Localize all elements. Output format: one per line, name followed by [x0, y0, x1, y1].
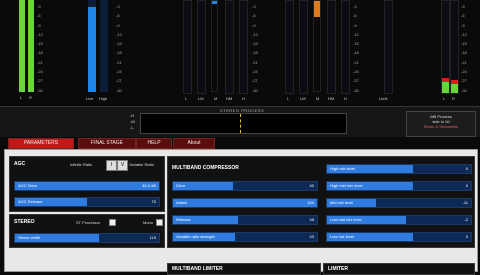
agc-drive-value: 40.0 dB: [142, 183, 156, 188]
meter-area: L R -3 -6 -9 -12 -15 -18 -21 -24 -27 -30 Live…: [0, 0, 480, 106]
mb-limiter-section: MULTIBAND LIMITER: [167, 263, 321, 275]
mbc-drive-label: Drive: [176, 183, 186, 188]
mbc-drive-value: 42: [309, 183, 314, 188]
high-label: High: [99, 96, 108, 101]
mbc-attack-slider[interactable]: Attack 100: [172, 198, 318, 208]
mono-checkbox[interactable]: [156, 219, 163, 226]
st-processor-label: ST Processor: [76, 220, 101, 225]
agc-title: AGC: [14, 161, 26, 167]
stereo-process-marker: [240, 114, 242, 133]
agc-meter-r: [28, 0, 34, 92]
high-mid-mix-slider[interactable]: High mid mix level 0: [326, 181, 472, 191]
infinite-ratio-label: Infinite Ratio: [70, 162, 93, 167]
stereo-title: STEREO: [14, 219, 35, 225]
mbc-title: MULTIBAND COMPRESSOR: [172, 165, 239, 171]
mbc-attack-value: 100: [307, 200, 314, 205]
mbc-release-label: Release: [176, 217, 191, 222]
mono-label: Mono: [143, 220, 154, 225]
tab-bar: PARAMETERS FINAL STAGE HELP About: [0, 137, 480, 149]
mb-limiter-title: MULTIBAND LIMITER: [172, 266, 223, 272]
output-scale: -3 -6 -9 -12 -15 -18 -21 -24 -27 -30: [461, 4, 467, 93]
low-mid-mix-label: Low mid mix level: [330, 217, 362, 222]
high-mid-mix-value: 0: [465, 183, 468, 188]
stereo-process-display: [140, 113, 347, 134]
output-meter-r: [450, 0, 459, 94]
agc-release-value: 70: [151, 199, 156, 204]
low-mix-value: 0: [465, 234, 468, 239]
stereo-width-slider[interactable]: Stereo width 115: [14, 233, 160, 243]
low-mid-mix-value: -2: [464, 217, 468, 222]
mbc-drive-slider[interactable]: Drive 42: [172, 181, 318, 191]
limiter-meter: [384, 0, 393, 94]
agc-release-label: AGC Release: [18, 199, 43, 204]
limiter-section: LIMITER: [323, 263, 475, 275]
multiband-scale: -3 -6 -9 -12 -15 -18 -21 -24 -27 -30: [353, 4, 359, 93]
high-mid-mix-label: High mid mix level: [330, 183, 363, 188]
agc-drive-label: AGC Drive: [18, 183, 38, 188]
output-label-r: R: [452, 96, 455, 101]
mid-mix-slider[interactable]: Mid mix level -11: [326, 198, 472, 208]
agc-scale: -3 -6 -9 -12 -15 -18 -21 -24 -27 -30: [37, 4, 43, 93]
stereo-section: STEREO ST Processor Mono Stereo width 11…: [9, 214, 165, 248]
mbc-section: MULTIBAND COMPRESSOR Drive 42 Attack 100…: [167, 156, 475, 248]
mbc-var-ratio-label: Variable ratio strength: [176, 234, 215, 239]
limiter-title: LIMITER: [328, 266, 348, 272]
tab-help[interactable]: HELP: [136, 138, 172, 149]
agc-meter-l: [19, 0, 25, 92]
live-meter: [88, 0, 96, 92]
mbc-release-value: 45: [309, 217, 314, 222]
agc-label-r: R: [29, 95, 32, 100]
stereo-scale: -3 -6 -9 -12 -15 -18 -21 -24 -27 -30: [252, 4, 258, 93]
variable-ratio-button[interactable]: V: [117, 160, 128, 171]
stereo-width-label: Stereo width: [18, 235, 41, 240]
high-mix-slider[interactable]: High mix level 0: [326, 164, 472, 174]
multiband-meters: [285, 0, 355, 94]
high-mix-value: 0: [465, 166, 468, 171]
mbc-var-ratio-value: 43: [309, 234, 314, 239]
high-mix-label: High mix level: [330, 166, 355, 171]
preset-name: Share & Streamline: [423, 124, 459, 129]
tab-parameters[interactable]: PARAMETERS: [8, 138, 74, 149]
st-processor-checkbox[interactable]: [109, 219, 116, 226]
infinite-ratio-button[interactable]: I: [106, 160, 117, 171]
agc-drive-slider[interactable]: AGC Drive 40.0 dB: [14, 181, 160, 191]
agc-section: AGC Infinite Ratio I V Variable Ratio AG…: [9, 156, 165, 212]
tab-final-stage[interactable]: FINAL STAGE: [78, 138, 136, 149]
mbc-attack-label: Attack: [176, 200, 188, 205]
stereo-process-strip: STEREO PROCESS -H -M -L MB Process side …: [0, 106, 480, 137]
stereo-band-meters: [183, 0, 253, 94]
limiter-label: Limit: [379, 96, 388, 101]
mb-process-box[interactable]: MB Process side to 0d Share & Streamline: [406, 111, 476, 137]
high-meter: [100, 0, 108, 92]
mbc-release-slider[interactable]: Release 45: [172, 215, 318, 225]
live-scale: -3 -6 -9 -12 -15 -18 -21 -24 -27 -30: [116, 4, 122, 93]
low-mid-mix-slider[interactable]: Low mid mix level -2: [326, 215, 472, 225]
live-label: Live: [86, 96, 94, 101]
main-panel: AGC Infinite Ratio I V Variable Ratio AG…: [4, 149, 478, 275]
tab-about[interactable]: About: [173, 138, 215, 149]
variable-ratio-label: Variable Ratio: [129, 162, 154, 167]
low-mix-slider[interactable]: Low mix level 0: [326, 232, 472, 242]
stereo-process-rows: -H -M -L: [130, 113, 135, 130]
agc-release-slider[interactable]: AGC Release 70: [14, 197, 160, 207]
mbc-var-ratio-slider[interactable]: Variable ratio strength 43: [172, 232, 318, 242]
output-meter-l: [441, 0, 450, 94]
agc-label-l: L: [20, 95, 23, 100]
output-label-l: L: [443, 96, 446, 101]
low-mix-label: Low mix level: [330, 234, 355, 239]
mid-mix-label: Mid mix level: [330, 200, 354, 205]
stereo-width-value: 115: [149, 235, 156, 240]
mid-mix-value: -11: [462, 200, 468, 205]
